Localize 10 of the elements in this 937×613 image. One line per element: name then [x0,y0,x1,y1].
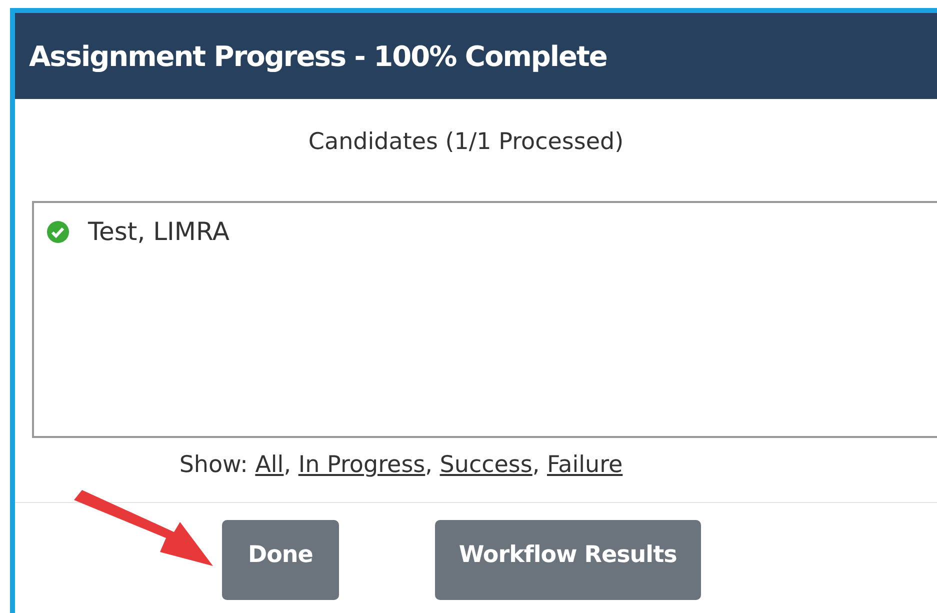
filter-link[interactable]: Success [440,452,532,478]
filter-link[interactable]: In Progress [298,452,426,478]
done-button[interactable]: Done [222,520,339,600]
results-button[interactable]: Workflow Results [434,520,701,600]
dialog-title: Assignment Progress - 100% Complete [29,40,607,72]
candidates-heading: Candidates (1/1 Processed) [307,129,625,155]
filter-link[interactable]: Failure [547,452,623,478]
filter-line: Show: All, In Progress, Success, Failure [178,452,624,478]
candidate-name[interactable]: Test, LIMRA [88,217,230,246]
filter-link[interactable]: All [255,452,284,478]
